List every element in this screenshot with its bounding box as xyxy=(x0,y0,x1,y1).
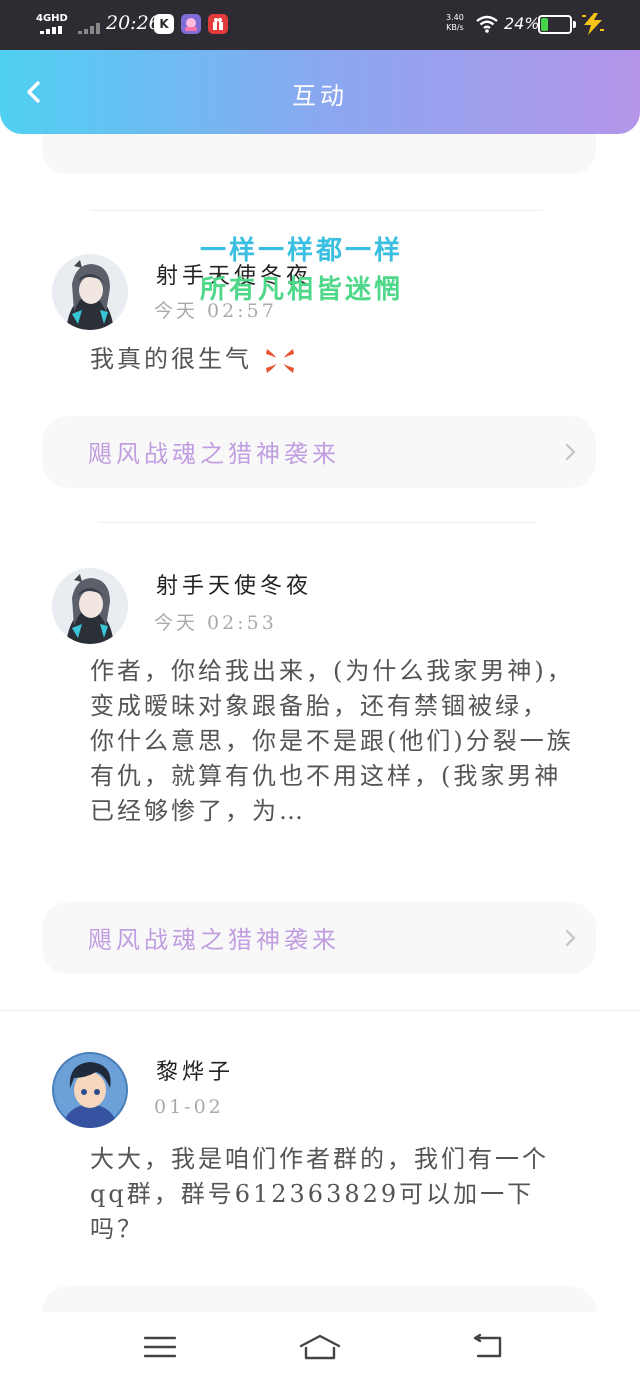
avatar[interactable] xyxy=(52,254,128,330)
overlay-caption: 一样一样都一样 所有凡相皆迷惘 xyxy=(200,230,450,306)
battery-percent: 24% xyxy=(504,14,540,33)
comment-time: 今天 02:53 xyxy=(154,612,277,634)
book-link-label: 飓风战魂之猎神袭来 xyxy=(88,926,340,954)
anger-emoji-icon xyxy=(265,348,294,373)
app-header: 互动 xyxy=(0,50,640,134)
comment-text: 大大，我是咱们作者群的，我们有一个qq群，群号612363829可以加一下吗？ xyxy=(90,1145,549,1243)
chevron-right-icon xyxy=(565,443,576,461)
clock: 20:26 xyxy=(106,12,161,34)
app-k-icon: K xyxy=(154,14,174,34)
home-icon[interactable] xyxy=(298,1332,342,1362)
page-title: 互动 xyxy=(292,82,348,110)
comment-text: 我真的很生气 xyxy=(90,342,570,377)
network-type: 4GHD xyxy=(36,13,68,24)
app-character-icon xyxy=(181,14,201,34)
avatar[interactable] xyxy=(52,568,128,644)
book-link-label: 飓风战魂之猎神袭来 xyxy=(88,440,340,468)
comment-list[interactable]: 射手天使冬夜 今天 02:57 我真的很生气 一样一样都一样 所有凡相皆迷惘 飓… xyxy=(0,134,640,1312)
comment-username[interactable]: 黎烨子 xyxy=(156,1054,234,1086)
overlay-line-1: 一样一样都一样 xyxy=(200,236,404,266)
book-link[interactable]: 飓风战魂之猎神袭来 xyxy=(42,902,596,974)
divider xyxy=(0,1010,640,1011)
chevron-right-icon xyxy=(565,929,576,947)
status-bar: 4GHD 20:26 K 3.40 KB/s 24% xyxy=(0,0,640,50)
book-link[interactable]: 飓风战魂之猎神袭来 xyxy=(42,416,596,488)
battery-icon xyxy=(538,15,576,34)
comment-time: 01-02 xyxy=(154,1096,224,1118)
divider xyxy=(90,210,542,211)
overlay-line-2: 所有凡相皆迷惘 xyxy=(200,275,404,305)
network-speed: 3.40 KB/s xyxy=(446,13,464,32)
signal-icon xyxy=(40,26,64,34)
wifi-icon xyxy=(476,15,498,33)
app-gift-icon xyxy=(208,14,228,34)
previous-book-link[interactable] xyxy=(42,134,596,174)
avatar[interactable] xyxy=(52,1052,128,1128)
menu-icon[interactable] xyxy=(142,1332,178,1362)
return-icon[interactable] xyxy=(470,1332,506,1362)
divider xyxy=(98,522,538,523)
comment-username[interactable]: 射手天使冬夜 xyxy=(156,568,312,600)
comment-text: 作者，你给我出来，(为什么我家男神)，变成暧昧对象跟备胎，还有禁锢被绿，你什么意… xyxy=(90,657,574,825)
charging-bolt-icon xyxy=(582,13,604,35)
system-nav-bar xyxy=(0,1312,640,1387)
book-link[interactable] xyxy=(42,1286,596,1312)
signal-secondary-icon xyxy=(78,22,102,34)
